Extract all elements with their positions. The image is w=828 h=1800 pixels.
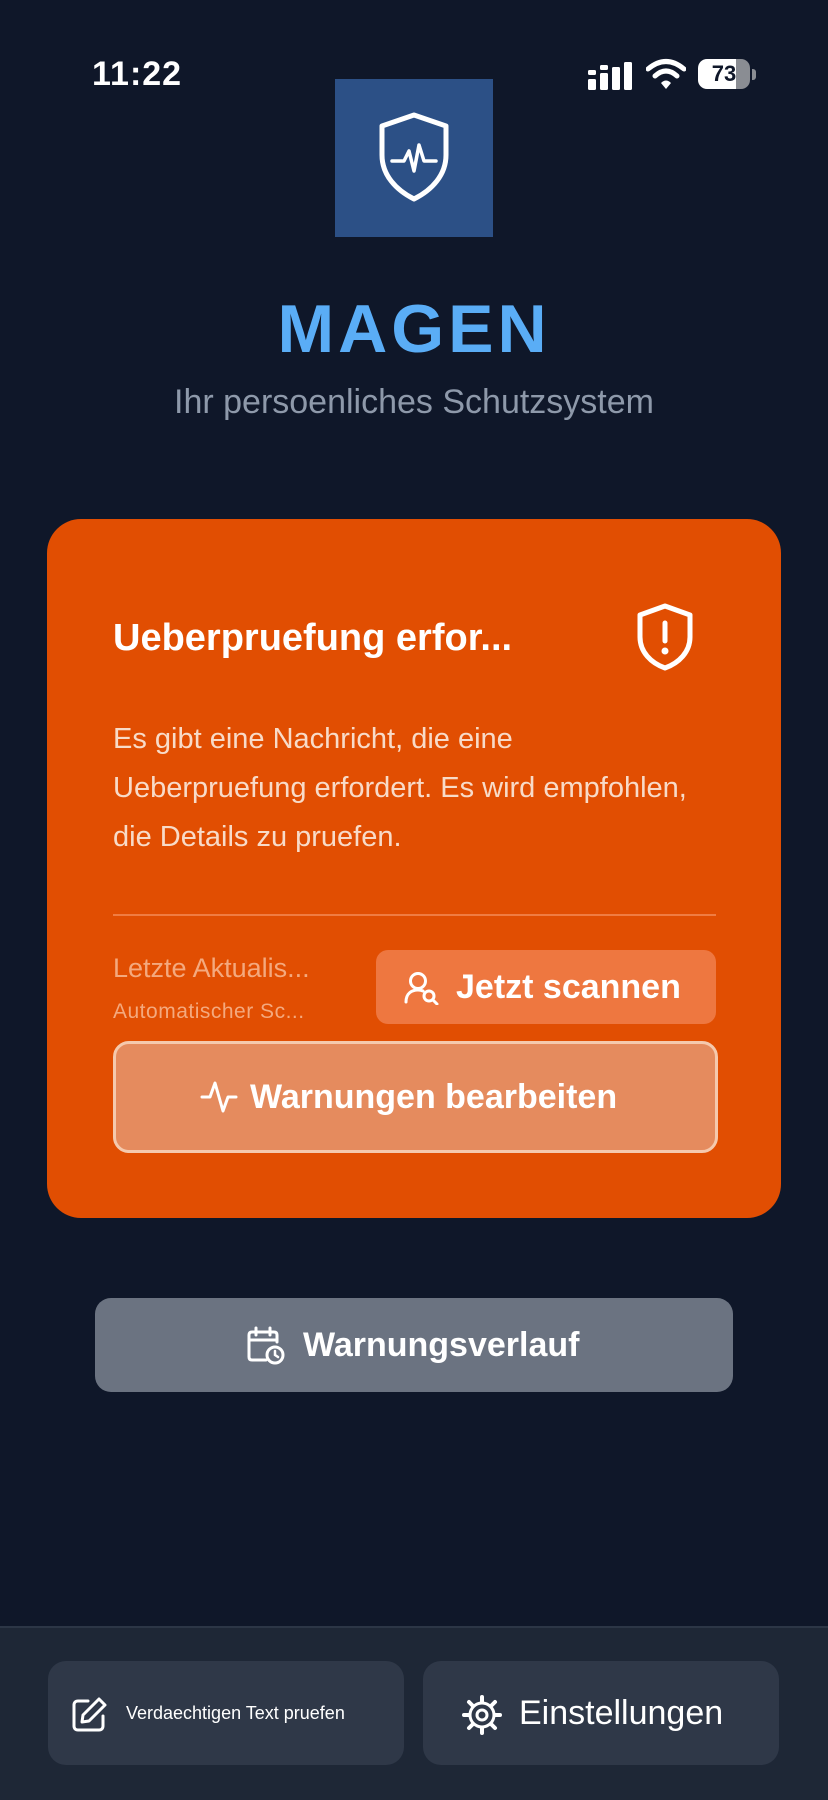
alert-card: Ueberpruefung erfor... Es gibt eine Nach… <box>47 519 781 1218</box>
edit-warnings-label: Warnungen bearbeiten <box>250 1078 618 1116</box>
settings-button[interactable]: Einstellungen <box>423 1661 779 1765</box>
gear-icon <box>462 1695 502 1735</box>
battery-level: 73 <box>711 61 737 86</box>
warning-history-button[interactable]: Warnungsverlauf <box>95 1298 733 1392</box>
shield-heartbeat-icon <box>379 112 449 202</box>
scan-now-button[interactable]: Jetzt scannen <box>376 950 716 1024</box>
calendar-clock-icon <box>247 1326 285 1365</box>
bottom-bar: Verdaechtigen Text pruefen Einstellungen <box>0 1626 828 1800</box>
wifi-icon <box>646 59 686 89</box>
card-divider <box>113 914 716 916</box>
scan-now-label: Jetzt scannen <box>456 968 681 1006</box>
alert-title: Ueberpruefung erfor... <box>113 617 513 659</box>
cellular-signal-icon <box>588 62 632 90</box>
app-title: MAGEN <box>277 291 551 367</box>
last-update-label: Letzte Aktualis... <box>113 953 310 983</box>
warning-history-label: Warnungsverlauf <box>303 1326 580 1364</box>
shield-alert-icon <box>637 603 693 671</box>
auto-scan-label: Automatischer Sc... <box>113 1000 305 1023</box>
alert-message: Es gibt eine Nachricht, die eine Ueberpr… <box>113 723 687 853</box>
activity-icon <box>200 1081 238 1113</box>
battery-indicator: 73 <box>698 59 758 91</box>
app-logo <box>335 79 493 237</box>
settings-label: Einstellungen <box>519 1694 724 1732</box>
edit-warnings-button[interactable]: Warnungen bearbeiten <box>113 1041 718 1153</box>
edit-icon <box>72 1697 107 1732</box>
app-subtitle: Ihr persoenliches Schutzsystem <box>174 383 654 421</box>
verify-text-button[interactable]: Verdaechtigen Text pruefen <box>48 1661 404 1765</box>
status-time: 11:22 <box>92 55 183 93</box>
verify-text-label: Verdaechtigen Text pruefen <box>126 1703 345 1723</box>
user-search-icon <box>404 972 439 1005</box>
